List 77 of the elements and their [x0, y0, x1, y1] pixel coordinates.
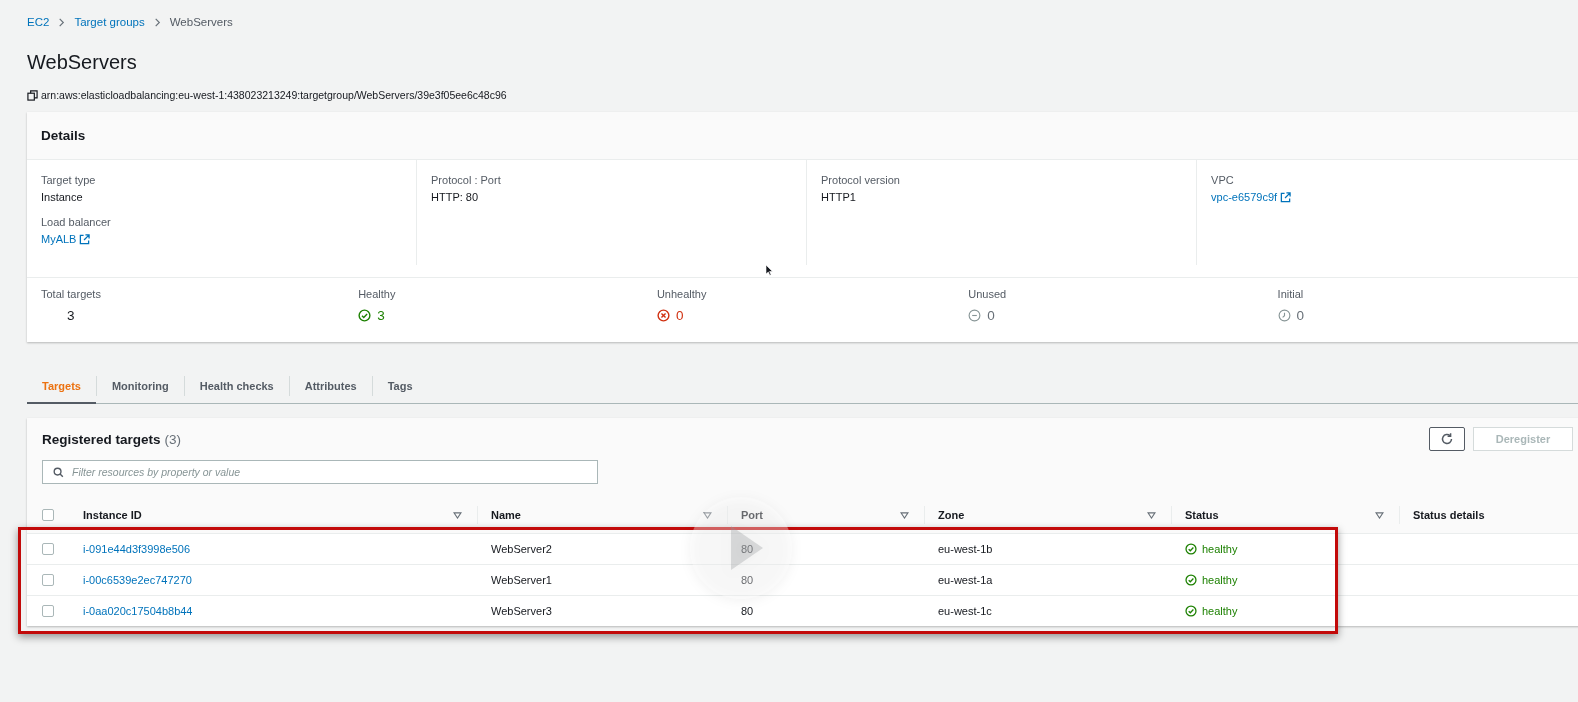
- arn-text: arn:aws:elasticloadbalancing:eu-west-1:438023213249:targetgroup/WebServers/39e3f05ee6c48c96: [41, 89, 507, 101]
- instance-link[interactable]: i-091e44d3f3998e506: [83, 543, 191, 555]
- chevron-icon: [57, 17, 67, 27]
- sort-icon[interactable]: [453, 511, 462, 519]
- refresh-button[interactable]: [1429, 427, 1465, 451]
- row-checkbox[interactable]: [42, 543, 54, 555]
- card-title: Registered targets: [42, 431, 161, 447]
- row-checkbox[interactable]: [42, 574, 54, 586]
- table-cell: 80: [741, 574, 754, 586]
- table-cell: 80: [741, 543, 754, 555]
- breadcrumb-link[interactable]: EC2: [27, 16, 50, 28]
- stat-label: Healthy: [358, 288, 397, 300]
- tab[interactable]: Attributes: [289, 369, 372, 404]
- external-link-icon: [79, 233, 91, 245]
- sort-icon[interactable]: [703, 511, 712, 519]
- stat-label: Unused: [968, 288, 1008, 300]
- refresh-icon: [1440, 432, 1454, 446]
- field-value: HTTP: 80: [431, 191, 480, 203]
- filter-input[interactable]: Filter resources by property or value: [70, 465, 597, 479]
- chevron-icon: [152, 17, 162, 27]
- filter-field[interactable]: Filter resources by property or value: [42, 460, 598, 484]
- table-cell: eu-west-1a: [938, 574, 993, 586]
- stat-value: 0: [987, 308, 995, 323]
- tab[interactable]: Health checks: [184, 369, 289, 404]
- page-title: WebServers: [27, 51, 138, 75]
- card-title: Details: [41, 128, 86, 143]
- field-label: Protocol version: [821, 174, 901, 186]
- sort-icon[interactable]: [900, 511, 909, 519]
- breadcrumb-link[interactable]: Target groups: [74, 16, 145, 28]
- field-label: Target type: [41, 174, 97, 186]
- table-cell: 80: [741, 605, 754, 617]
- column-header[interactable]: Name: [491, 509, 521, 521]
- check-circle-icon: [358, 309, 372, 322]
- external-link-icon: [1280, 191, 1292, 203]
- stat-value: 3: [377, 308, 385, 323]
- column-header[interactable]: Status details: [1413, 509, 1485, 521]
- target-count: (3): [164, 431, 182, 447]
- error-circle-icon: [656, 309, 670, 322]
- field-value: Instance: [41, 191, 84, 203]
- table-cell: WebServer3: [491, 605, 552, 617]
- column-header[interactable]: Port: [741, 509, 763, 521]
- copy-icon[interactable]: [27, 89, 38, 101]
- field-value: HTTP1: [821, 191, 857, 203]
- table-cell: eu-west-1c: [938, 605, 992, 617]
- field-label: Protocol : Port: [431, 174, 502, 186]
- stat-value: 3: [67, 308, 75, 323]
- field-label: Load balancer: [41, 216, 112, 228]
- stat-label: Unhealthy: [656, 288, 708, 300]
- stat-label: Total targets: [41, 288, 102, 300]
- stat-value: 0: [675, 308, 684, 323]
- search-icon: [53, 466, 64, 478]
- sort-icon[interactable]: [1147, 511, 1156, 519]
- table-cell: WebServer2: [491, 543, 552, 555]
- stat-value: 0: [1296, 308, 1305, 323]
- external-link[interactable]: MyALB: [41, 233, 91, 245]
- select-all-checkbox[interactable]: [42, 509, 54, 521]
- instance-link[interactable]: i-0aa020c17504b8b44: [83, 605, 193, 617]
- status-badge: healthy: [1185, 574, 1238, 586]
- cursor-icon: [765, 264, 773, 276]
- column-header[interactable]: Status: [1185, 509, 1219, 521]
- status-badge: healthy: [1185, 605, 1238, 617]
- instance-link[interactable]: i-00c6539e2ec747270: [83, 574, 192, 586]
- clock-icon: [1277, 309, 1291, 322]
- stat-label: Initial: [1277, 288, 1305, 300]
- column-header[interactable]: Instance ID: [83, 509, 142, 521]
- status-badge: healthy: [1185, 543, 1238, 555]
- row-checkbox[interactable]: [42, 605, 54, 617]
- breadcrumb-current: WebServers: [169, 16, 233, 28]
- minus-circle-icon: [968, 309, 982, 322]
- field-label: VPC: [1211, 174, 1235, 186]
- table-cell: WebServer1: [491, 574, 552, 586]
- column-header[interactable]: Zone: [938, 509, 965, 521]
- tab[interactable]: Monitoring: [96, 369, 184, 404]
- sort-icon[interactable]: [1375, 511, 1384, 519]
- external-link[interactable]: vpc-e6579c9f: [1211, 191, 1292, 203]
- table-cell: eu-west-1b: [938, 543, 993, 555]
- tab[interactable]: Tags: [372, 369, 428, 404]
